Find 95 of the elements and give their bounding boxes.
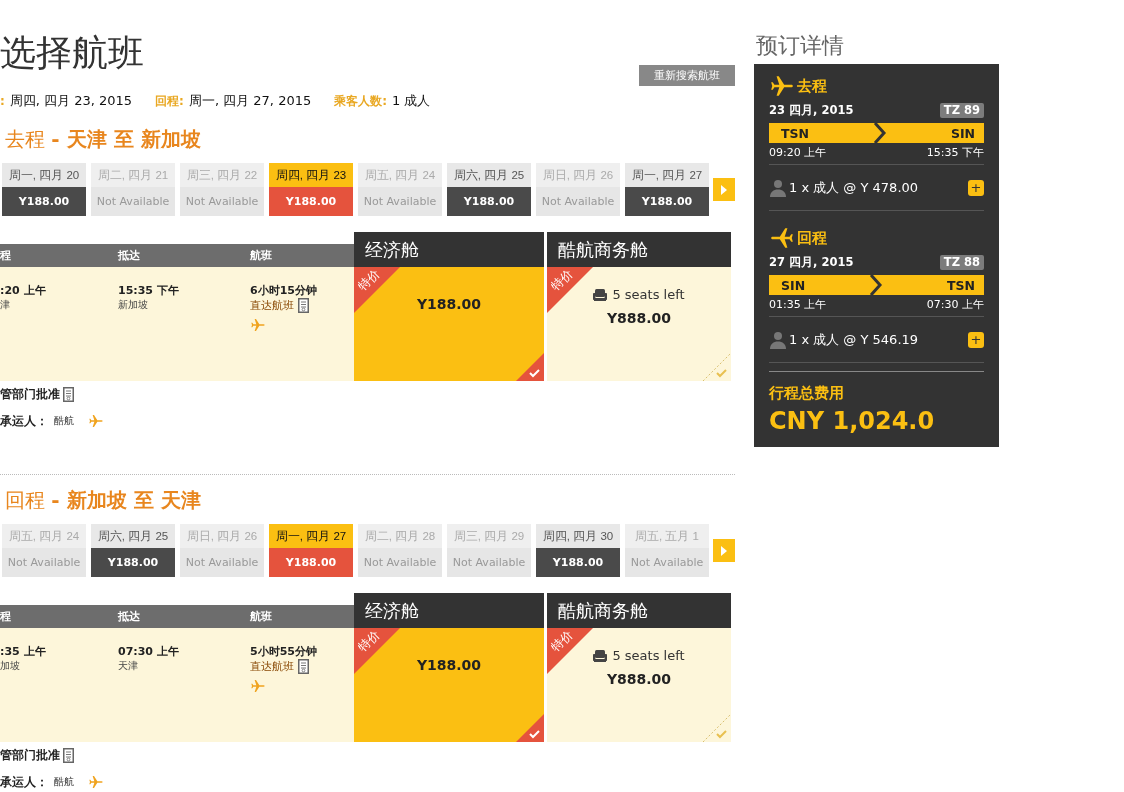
airplane-icon (88, 413, 104, 429)
airport-code: TSN (947, 277, 975, 293)
fare-class-header: 经济舱 (354, 232, 544, 267)
seat-icon (593, 650, 608, 662)
fare-option[interactable]: 特价 5 seats left Y888.00 (547, 267, 731, 381)
direct-flight-link[interactable]: 直达航班 (250, 659, 294, 674)
deal-ribbon: 特价 (354, 628, 400, 674)
fare-class-header: 酷航商务舱 (547, 593, 731, 628)
fare-breakdown: 1 x 成人 @ Y 546.19 (789, 330, 920, 349)
seat-icon (593, 289, 608, 301)
deal-ribbon: 特价 (547, 628, 593, 674)
summary-label: : (0, 93, 5, 109)
person-icon (769, 178, 787, 197)
approval-text: 管部门批准 (0, 746, 60, 764)
section-heading: 去程 - 天津 至 新加坡 (4, 126, 202, 152)
column-header: 抵达 (118, 248, 141, 263)
carrier-label: 承运人： (0, 412, 48, 430)
document-icon (63, 747, 74, 763)
airport-code: SIN (950, 125, 975, 141)
check-corner-icon (516, 714, 544, 742)
summary-value: 周一, 四月 27, 2015 (188, 93, 312, 109)
fare-price: Y888.00 (606, 670, 672, 688)
deal-ribbon: 特价 (547, 267, 593, 313)
departure-time: 09:20 上午 (769, 146, 827, 160)
airplane-icon (250, 678, 266, 694)
fare-class-header: 经济舱 (354, 593, 544, 628)
fare-option[interactable]: 特价 5 seats left Y888.00 (547, 628, 731, 742)
departure-city: 津 (0, 298, 10, 312)
next-dates-button[interactable] (713, 178, 735, 201)
booking-details-title: 预订详情 (755, 32, 845, 60)
check-corner-icon (703, 353, 731, 381)
expand-button[interactable]: + (968, 331, 984, 348)
document-icon (63, 386, 74, 402)
airplane-icon (88, 774, 104, 790)
check-corner-icon (516, 353, 544, 381)
approval-text: 管部门批准 (0, 385, 60, 403)
airport-code: TSN (781, 125, 809, 141)
summary-label: 乘客人数: (334, 93, 388, 109)
arrival-time: 15:35 下午 (118, 284, 179, 298)
total-price: CNY 1,024.0 (769, 406, 936, 436)
total-label: 行程总费用 (769, 383, 845, 403)
column-header: 航班 (250, 248, 272, 263)
column-header: 抵达 (118, 609, 141, 624)
flight-number-badge: TZ 88 (939, 255, 984, 270)
expand-button[interactable]: + (968, 179, 984, 196)
departure-city: 加坡 (0, 659, 20, 673)
caret-right-icon (721, 184, 727, 195)
arrival-time: 15:35 下午 (926, 146, 984, 160)
airport-code: SIN (781, 277, 806, 293)
arrival-time: 07:30 上午 (118, 645, 179, 659)
fare-class-header: 酷航商务舱 (547, 232, 731, 267)
chevron-icon (869, 275, 884, 295)
person-icon (769, 330, 787, 349)
fare-price: Y888.00 (606, 309, 672, 327)
fare-breakdown: 1 x 成人 @ Y 478.00 (789, 178, 920, 197)
next-dates-button[interactable] (713, 539, 735, 562)
section-heading: 回程 - 新加坡 至 天津 (4, 487, 202, 513)
chevron-icon (872, 123, 887, 143)
column-header: 航班 (250, 609, 272, 624)
page-title: 选择航班 (0, 32, 144, 75)
airplane-icon (250, 317, 266, 333)
fare-option[interactable]: 特价 Y188.00 (354, 267, 544, 381)
flight-duration: 6小时15分钟 (250, 284, 317, 298)
caret-right-icon (721, 545, 727, 556)
deal-ribbon: 特价 (354, 267, 400, 313)
departure-time: :20 上午 (0, 284, 46, 298)
check-corner-icon (703, 714, 731, 742)
summary-label: 回程: (155, 93, 184, 109)
seats-left-text: 5 seats left (612, 647, 685, 665)
arrival-time: 07:30 上午 (926, 298, 984, 312)
carrier-label: 承运人： (0, 773, 48, 791)
departure-time: :35 上午 (0, 645, 46, 659)
carrier-name: 酷航 (54, 775, 74, 789)
search-again-button[interactable]: 重新搜索航班 (639, 65, 735, 86)
seats-left-text: 5 seats left (612, 286, 685, 304)
leg-label: 去程 (797, 76, 827, 96)
carrier-name: 酷航 (54, 414, 74, 428)
summary-value: 1 成人 (392, 93, 431, 109)
direct-flight-link[interactable]: 直达航班 (250, 298, 294, 313)
leg-label: 回程 (797, 228, 827, 248)
flight-duration: 5小时55分钟 (250, 645, 317, 659)
flight-date: 23 四月, 2015 (769, 103, 854, 118)
arrival-city: 天津 (118, 659, 138, 673)
document-icon (298, 659, 309, 674)
column-header: 程 (0, 248, 12, 263)
departure-time: 01:35 上午 (769, 298, 827, 312)
fare-price: Y188.00 (416, 295, 482, 313)
flight-date: 27 四月, 2015 (769, 255, 854, 270)
arrival-city: 新加坡 (118, 298, 148, 312)
document-icon (298, 298, 309, 313)
fare-price: Y188.00 (416, 656, 482, 674)
column-header: 程 (0, 609, 12, 624)
summary-value: 周四, 四月 23, 2015 (9, 93, 133, 109)
flight-number-badge: TZ 89 (939, 103, 984, 118)
fare-option[interactable]: 特价 Y188.00 (354, 628, 544, 742)
